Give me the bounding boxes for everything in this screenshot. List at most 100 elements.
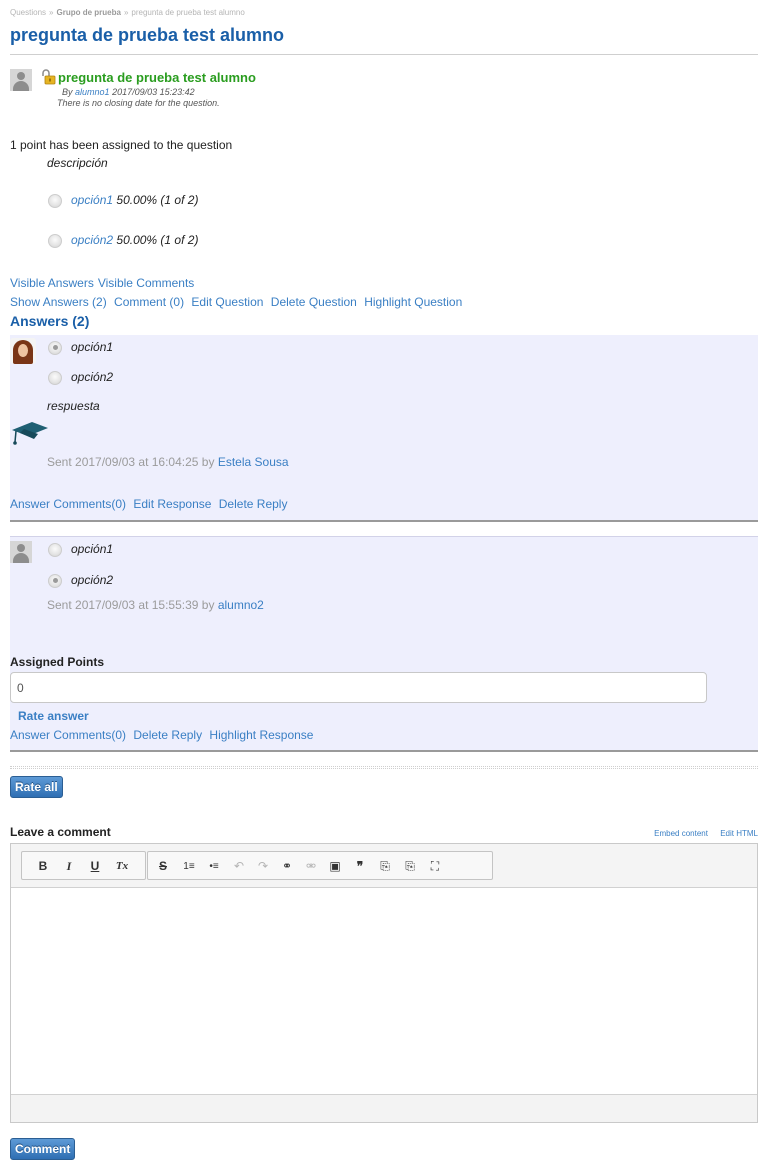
answer-option: opción2 [48, 370, 113, 385]
answer-option: opción1 [48, 542, 113, 557]
editor-status-bar [11, 1094, 757, 1122]
section-divider [10, 766, 758, 769]
answer-option-label: opción1 [71, 340, 114, 354]
lock-icon [42, 69, 56, 85]
assigned-points-label: Assigned Points [10, 655, 105, 669]
editor-links: Embed content Edit HTML [644, 829, 758, 838]
points-assigned-text: 1 point has been assigned to the questio… [10, 138, 233, 152]
answer-actions: Answer Comments(0) Edit Response Delete … [10, 497, 291, 511]
author-link[interactable]: alumno1 [75, 87, 110, 97]
ordered-list-icon[interactable]: 1≡ [180, 859, 198, 874]
link-icon[interactable]: ⚭ [278, 859, 296, 874]
poll-radio[interactable] [48, 193, 62, 208]
answer-comments-link[interactable]: Answer Comments(0) [10, 497, 126, 511]
answer-option: opción2 [48, 573, 113, 588]
breadcrumb-questions[interactable]: Questions [10, 8, 46, 17]
by-prefix: By [62, 87, 73, 97]
sender-link[interactable]: Estela Sousa [218, 455, 289, 469]
user-avatar[interactable] [10, 541, 32, 563]
assigned-points-input[interactable] [10, 672, 707, 703]
toolbar-group-basic: B I U Tx [21, 851, 146, 880]
fullscreen-icon[interactable]: ⛶ [426, 859, 444, 874]
answer-radio[interactable] [48, 370, 62, 385]
quote-icon[interactable]: ❞ [351, 859, 369, 874]
sent-text: Sent 2017/09/03 at 15:55:39 by [47, 598, 215, 612]
question-datetime: 2017/09/03 15:23:42 [112, 87, 195, 97]
show-answers-link[interactable]: Show Answers (2) [10, 295, 107, 309]
breadcrumb-separator: » [49, 8, 54, 17]
delete-question-link[interactable]: Delete Question [271, 295, 357, 309]
visibility-links: Visible Answers Visible Comments [10, 276, 198, 290]
breadcrumb: Questions» Grupo de prueba» pregunta de pr… [10, 8, 245, 17]
edit-response-link[interactable]: Edit Response [133, 497, 211, 511]
comment-heading: Leave a comment [10, 825, 111, 839]
answers-heading: Answers (2) [10, 313, 90, 329]
paste-word-icon[interactable]: ⎘ [401, 859, 419, 874]
answer-radio[interactable] [48, 542, 62, 557]
page-title: pregunta de prueba test alumno [10, 25, 285, 45]
breadcrumb-group[interactable]: Grupo de prueba [56, 8, 120, 17]
poll-radio[interactable] [48, 233, 62, 248]
poll-option: opción2 50.00% (1 of 2) [48, 233, 198, 248]
sent-info: Sent 2017/09/03 at 16:04:25 by Estela So… [47, 455, 289, 469]
question-actions: Show Answers (2) Comment (0) Edit Questi… [10, 295, 466, 309]
bold-icon[interactable]: B [34, 859, 52, 874]
clear-format-icon[interactable]: Tx [113, 859, 131, 874]
user-avatar[interactable] [10, 338, 36, 364]
question-header: pregunta de prueba test alumno By alumno… [10, 69, 410, 115]
poll-option-label[interactable]: opción2 [71, 233, 113, 247]
delete-reply-link[interactable]: Delete Reply [133, 728, 202, 742]
answer-card: opción1 opción2 respuesta Sent 2017/09/0… [10, 335, 758, 522]
comment-submit-button[interactable]: Comment [10, 1138, 76, 1160]
visible-comments-link[interactable]: Visible Comments [98, 276, 194, 290]
bullet-list-icon[interactable]: •≡ [205, 859, 223, 874]
answer-option-label: opción1 [71, 542, 114, 556]
visible-answers-link[interactable]: Visible Answers [10, 276, 94, 290]
question-description: descripción [47, 156, 108, 170]
rate-answer-link[interactable]: Rate answer [18, 709, 89, 723]
edit-question-link[interactable]: Edit Question [191, 295, 263, 309]
answer-option-label: opción2 [71, 370, 114, 384]
answer-response-text: respuesta [47, 399, 100, 413]
delete-reply-link[interactable]: Delete Reply [219, 497, 288, 511]
answer-option-label: opción2 [71, 573, 114, 587]
image-icon[interactable]: ▣ [326, 859, 344, 874]
highlight-response-link[interactable]: Highlight Response [209, 728, 313, 742]
graduation-cap-icon [12, 422, 48, 445]
comment-editor: B I U Tx S 1≡ •≡ ↶ ↷ ⚭ ⚮ ▣ ❞ ⎘ ⎘ ⛶ [10, 843, 758, 1123]
italic-icon[interactable]: I [60, 859, 78, 874]
toolbar-group-advanced: S 1≡ •≡ ↶ ↷ ⚭ ⚮ ▣ ❞ ⎘ ⎘ ⛶ [147, 851, 493, 880]
breadcrumb-separator: » [123, 8, 129, 17]
underline-icon[interactable]: U [86, 859, 104, 874]
sent-info: Sent 2017/09/03 at 15:55:39 by alumno2 [47, 598, 264, 612]
poll-option: opción1 50.00% (1 of 2) [48, 193, 198, 208]
highlight-question-link[interactable]: Highlight Question [364, 295, 462, 309]
poll-option-stat: 50.00% (1 of 2) [116, 193, 199, 207]
sender-link[interactable]: alumno2 [218, 598, 264, 612]
answer-radio-selected[interactable] [48, 340, 62, 355]
answer-actions: Answer Comments(0) Delete Reply Highligh… [10, 728, 317, 742]
embed-content-link[interactable]: Embed content [654, 829, 708, 838]
poll-option-label[interactable]: opción1 [71, 193, 113, 207]
comment-textarea[interactable] [11, 888, 757, 1094]
closing-note: There is no closing date for the questio… [57, 98, 220, 108]
poll-option-stat: 50.00% (1 of 2) [116, 233, 199, 247]
answer-card: opción1 opción2 Sent 2017/09/03 at 15:55… [10, 536, 758, 752]
sent-text: Sent 2017/09/03 at 16:04:25 by [47, 455, 215, 469]
strikethrough-icon[interactable]: S [154, 859, 172, 874]
undo-icon[interactable]: ↶ [230, 859, 248, 874]
question-meta: By alumno1 2017/09/03 15:23:42 [62, 87, 195, 97]
question-title: pregunta de prueba test alumno [58, 70, 256, 85]
paste-text-icon[interactable]: ⎘ [376, 859, 394, 874]
breadcrumb-current: pregunta de prueba test alumno [131, 8, 245, 17]
rate-all-button[interactable]: Rate all [10, 776, 63, 798]
answer-comments-link[interactable]: Answer Comments(0) [10, 728, 126, 742]
title-divider [10, 54, 758, 55]
redo-icon[interactable]: ↷ [254, 859, 272, 874]
author-avatar[interactable] [10, 69, 32, 91]
unlink-icon[interactable]: ⚮ [302, 859, 320, 874]
edit-html-link[interactable]: Edit HTML [720, 829, 758, 838]
editor-toolbar: B I U Tx S 1≡ •≡ ↶ ↷ ⚭ ⚮ ▣ ❞ ⎘ ⎘ ⛶ [11, 844, 757, 888]
answer-radio-selected[interactable] [48, 573, 62, 588]
comment-link[interactable]: Comment (0) [114, 295, 184, 309]
